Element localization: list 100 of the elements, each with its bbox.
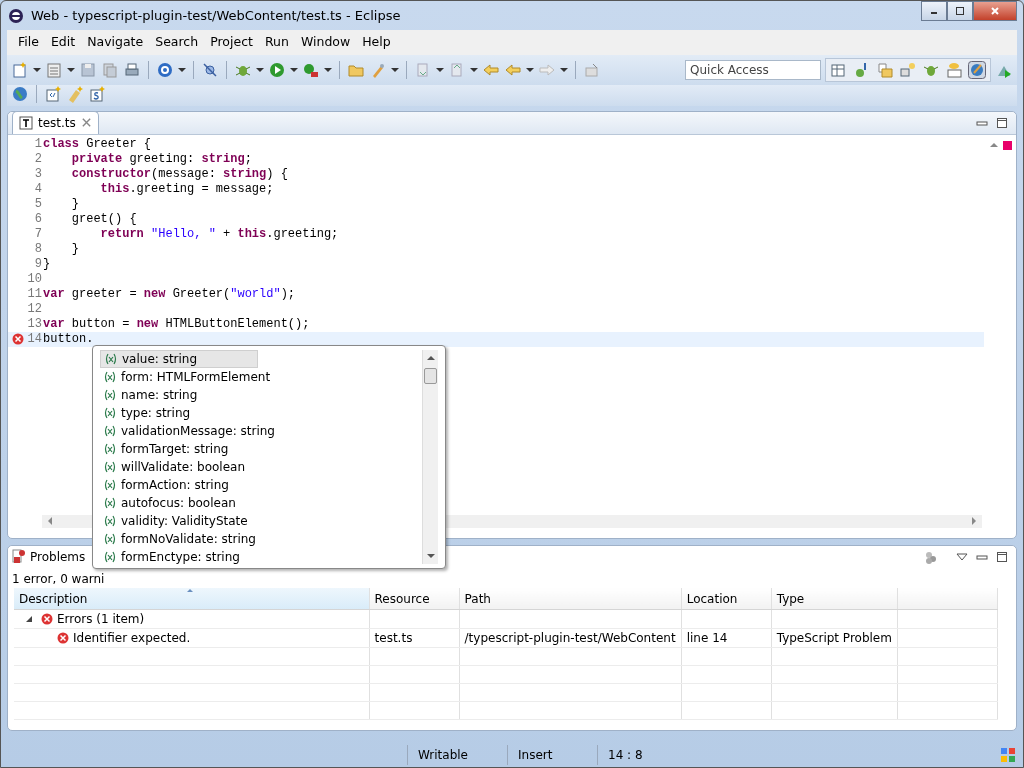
minimize-button[interactable] [921, 1, 947, 21]
completion-item[interactable]: type: string [100, 403, 258, 422]
menu-item[interactable]: Help [357, 32, 396, 53]
variable-icon [103, 550, 117, 563]
column-header[interactable]: Description [14, 587, 370, 610]
variable-icon [103, 496, 117, 509]
variable-icon [103, 424, 117, 437]
error-icon [12, 332, 24, 345]
editor-tab[interactable]: test.ts [12, 110, 99, 134]
status-text: Insert [518, 747, 553, 764]
error-icon [41, 613, 53, 626]
close-tab-icon[interactable] [80, 117, 92, 129]
completion-item[interactable]: formTarget: string [100, 439, 258, 458]
table-cell-text: Identifier expected. [73, 630, 191, 648]
new-class-icon[interactable] [44, 84, 62, 103]
maximize-button[interactable] [947, 1, 973, 21]
variable-icon [103, 514, 117, 527]
filter-icon[interactable] [924, 550, 938, 565]
column-header[interactable]: Path [459, 587, 682, 610]
code-line: } [70, 241, 79, 257]
code-line: private greeting: string; [70, 151, 252, 167]
menu-item[interactable]: Search [150, 32, 204, 53]
completion-item[interactable]: form: HTMLFormElement [100, 367, 274, 386]
menu-item[interactable]: File [13, 32, 44, 53]
collapse-triangle-icon[interactable] [25, 615, 33, 624]
scroll-down-icon[interactable] [426, 551, 436, 560]
table-cell: line 14 [686, 631, 728, 646]
completion-item[interactable]: validationMessage: string [100, 421, 278, 440]
problems-summary: 1 error, 0 warni [11, 570, 105, 588]
run-icon[interactable] [268, 60, 286, 79]
skip-breakpoints-icon[interactable] [201, 60, 219, 79]
maximize-icon [955, 6, 965, 16]
code-line: this.greeting = message; [99, 181, 274, 197]
scroll-up-icon[interactable] [989, 140, 999, 149]
completion-item[interactable]: formAction: string [100, 475, 258, 494]
completion-item[interactable]: autofocus: boolean [100, 493, 258, 512]
code-line: var button = new HTMLButtonElement(); [42, 316, 310, 332]
line-number: 7 [33, 226, 42, 242]
view-menu-icon[interactable] [956, 552, 968, 563]
new-script-icon[interactable] [88, 84, 106, 103]
scrollbar[interactable] [422, 349, 438, 564]
table-cell: /typescript-plugin-test/WebContent [464, 631, 676, 646]
maximize-icon[interactable] [996, 551, 1008, 564]
menu-item[interactable]: Run [259, 32, 294, 53]
print-icon[interactable] [123, 60, 141, 79]
variable-icon [103, 406, 117, 419]
scroll-right-icon[interactable] [970, 516, 978, 527]
variable-icon [104, 352, 118, 365]
copy-icon[interactable] [101, 60, 119, 79]
code-line: return "Hello, " + this.greeting; [99, 226, 339, 242]
target-icon[interactable] [156, 60, 174, 79]
code-line: button. [42, 331, 94, 347]
code-line: } [70, 196, 79, 212]
code-line: var greeter = new Greeter("world"); [42, 286, 296, 302]
completion-item[interactable]: willValidate: boolean [100, 457, 258, 476]
close-icon [990, 6, 1000, 16]
scroll-up-icon[interactable] [426, 353, 436, 362]
scroll-left-icon[interactable] [46, 516, 54, 527]
line-number: 3 [33, 166, 42, 182]
variable-icon [103, 370, 117, 383]
completion-item[interactable]: formEnctype: string [100, 547, 258, 564]
google-logo-icon[interactable] [999, 746, 1017, 764]
maximize-icon[interactable] [996, 116, 1008, 129]
variable-icon [103, 442, 117, 455]
window-title: Web - typescript-plugin-test/WebContent/test.ts - Eclipse [31, 6, 401, 25]
code-line: class Greeter { [42, 136, 152, 152]
completion-item[interactable]: value: string [100, 349, 258, 368]
column-header[interactable]: Type [771, 587, 898, 610]
web-perspective-icon[interactable] [968, 60, 986, 79]
close-button[interactable] [973, 1, 1017, 21]
table-cell: test.ts [374, 631, 413, 646]
folders-icon[interactable] [876, 60, 894, 79]
line-number: 5 [33, 196, 42, 212]
column-header[interactable]: Resource [369, 587, 460, 610]
quick-access-field[interactable]: Quick Access [685, 59, 821, 80]
table-cell: TypeScript Problem [776, 631, 892, 646]
line-number: 8 [33, 241, 42, 257]
variable-icon [103, 478, 117, 491]
variable-icon [103, 460, 117, 473]
globe-icon[interactable] [11, 84, 29, 103]
line-number: 1 [33, 136, 42, 152]
menu-item[interactable]: Project [205, 32, 258, 53]
error-icon [57, 632, 69, 645]
menu-item[interactable]: Edit [45, 32, 81, 53]
completion-item[interactable]: validity: ValidityState [100, 511, 258, 530]
typescript-file-icon [19, 115, 33, 130]
menu-item[interactable]: Navigate [82, 32, 149, 53]
scroll-thumb[interactable] [424, 367, 437, 384]
code-line: } [42, 256, 51, 272]
line-number: 12 [26, 301, 42, 317]
line-number: 13 [26, 316, 42, 332]
problems-icon [12, 549, 26, 566]
group-label[interactable]: Errors (1 item) [57, 610, 145, 629]
problems-tab[interactable]: Problems [8, 548, 86, 567]
completion-item[interactable]: formNoValidate: string [100, 529, 259, 548]
line-number: 2 [33, 151, 42, 167]
menu-item[interactable]: Window [295, 32, 356, 53]
line-number: 14 [8, 331, 42, 347]
completion-item[interactable]: name: string [100, 385, 258, 404]
column-header[interactable]: Location [681, 587, 772, 610]
